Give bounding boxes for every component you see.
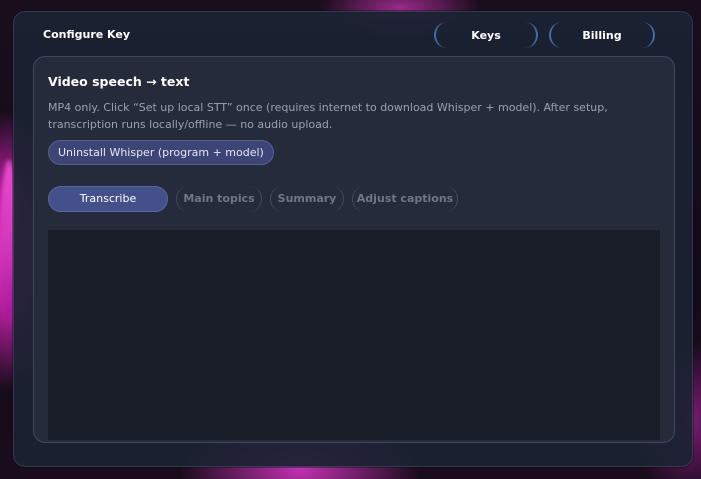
- tab-summary[interactable]: Summary: [270, 186, 344, 212]
- tab-billing[interactable]: Billing: [549, 22, 655, 48]
- tab-keys-label: Keys: [471, 28, 501, 42]
- panel-title: Video speech → text: [48, 74, 190, 89]
- transcript-output[interactable]: [48, 230, 660, 440]
- uninstall-whisper-button[interactable]: Uninstall Whisper (program + model): [48, 140, 274, 165]
- window-title: Configure Key: [43, 28, 130, 41]
- speech-to-text-panel: Video speech → text MP4 only. Click “Set…: [33, 56, 675, 443]
- tab-main-topics[interactable]: Main topics: [176, 186, 262, 212]
- panel-description: MP4 only. Click “Set up local STT” once …: [48, 101, 608, 131]
- tab-billing-label: Billing: [582, 28, 622, 42]
- tab-keys[interactable]: Keys: [434, 22, 538, 48]
- tab-adjust-captions[interactable]: Adjust captions: [352, 186, 458, 212]
- tab-transcribe[interactable]: Transcribe: [48, 186, 168, 212]
- app-window: Configure Key Keys Billing Video speech …: [13, 11, 693, 467]
